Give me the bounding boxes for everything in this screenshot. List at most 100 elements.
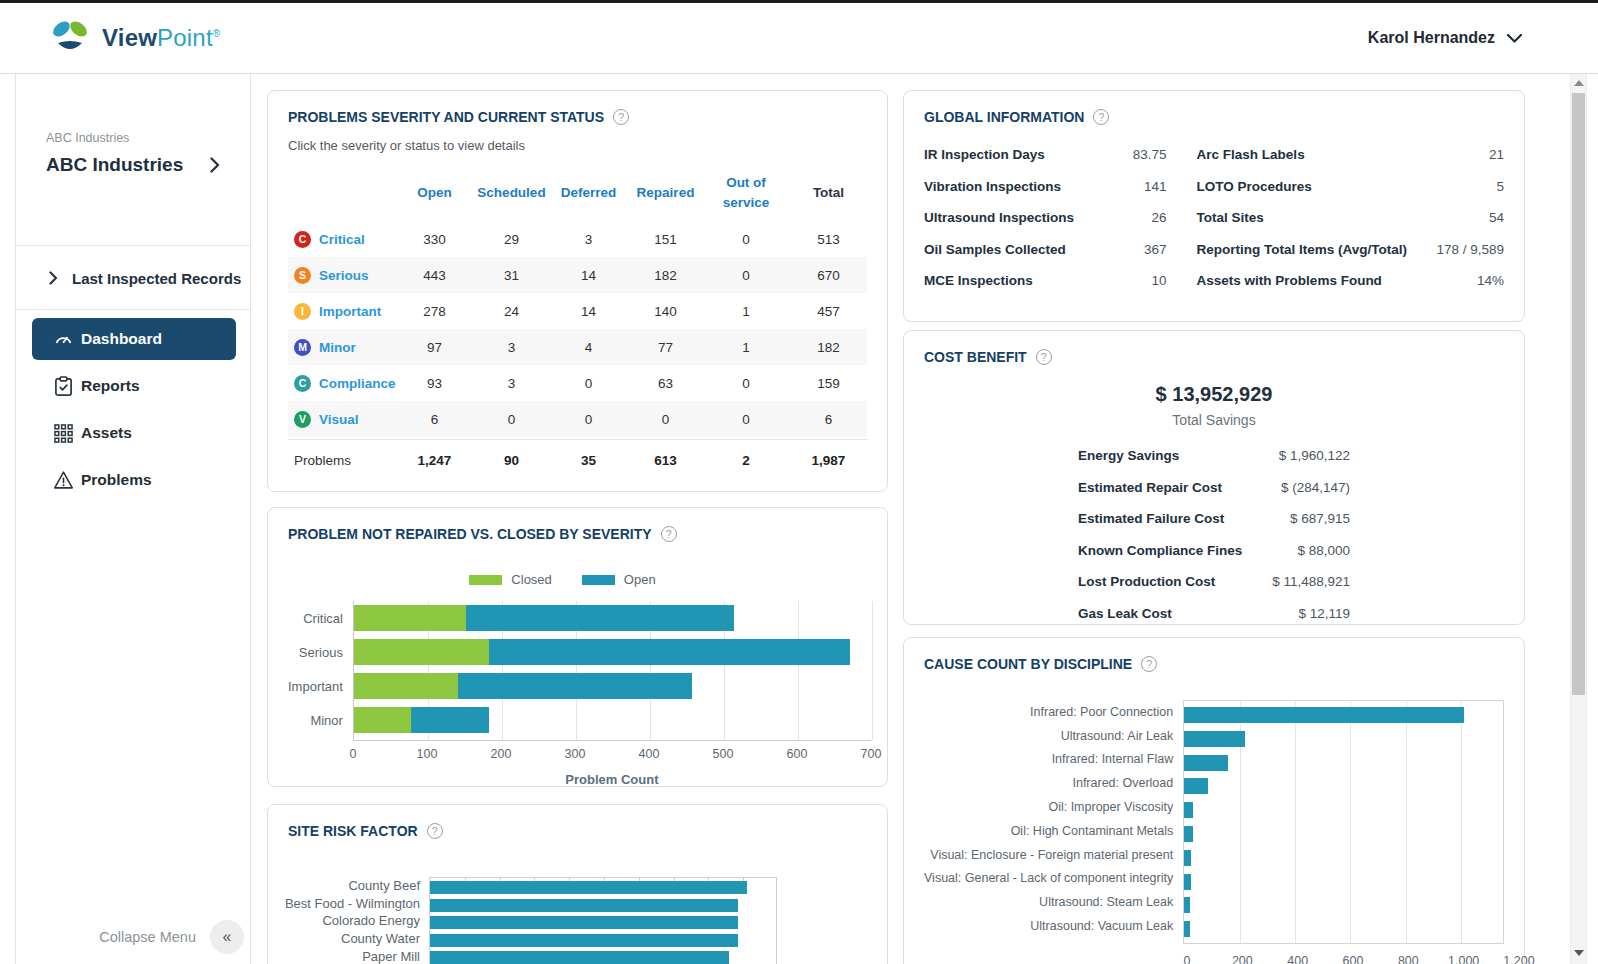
severity-name: Serious xyxy=(319,268,369,283)
severity-label-serious[interactable]: SSerious xyxy=(288,267,396,284)
severity-label-visual[interactable]: VVisual xyxy=(288,411,396,428)
sidebar-item-dashboard[interactable]: Dashboard xyxy=(32,318,236,360)
gridline xyxy=(798,601,799,740)
sidebar-item-assets[interactable]: Assets xyxy=(32,412,236,454)
severity-badge: V xyxy=(294,411,311,428)
severity-value: 330 xyxy=(396,232,473,247)
page-scrollbar[interactable] xyxy=(1570,74,1587,964)
help-icon[interactable]: ? xyxy=(1141,656,1157,672)
collapse-menu-button[interactable]: « xyxy=(210,920,244,954)
help-icon[interactable]: ? xyxy=(1093,109,1109,125)
metric-value: 10 xyxy=(1152,273,1167,288)
bar-best-food---wilmington xyxy=(430,899,738,912)
y-label: Ultrasound: Vacuum Leak xyxy=(924,914,1183,938)
x-tick: 700 xyxy=(860,747,881,761)
help-icon[interactable]: ? xyxy=(1036,349,1052,365)
global-info-row: LOTO Procedures5 xyxy=(1197,171,1504,203)
severity-value: 4 xyxy=(550,340,627,355)
severity-value: 0 xyxy=(550,412,627,427)
collapse-menu[interactable]: Collapse Menu « xyxy=(99,920,244,954)
severity-value: 14 xyxy=(550,304,627,319)
y-label: Paper Mill xyxy=(288,947,429,964)
gridline xyxy=(1406,701,1407,943)
grid-icon xyxy=(52,422,74,444)
global-info-left-column: IR Inspection Days83.75Vibration Inspect… xyxy=(924,139,1197,297)
severity-value: 140 xyxy=(627,304,704,319)
x-tick: 300 xyxy=(564,747,585,761)
metric-value: 26 xyxy=(1152,210,1167,225)
severity-label-minor[interactable]: MMinor xyxy=(288,339,396,356)
column-header-out-of-service[interactable]: Out of service xyxy=(704,173,788,214)
severity-row-serious: SSerious44331141820670 xyxy=(288,257,867,293)
bar-minor xyxy=(354,707,489,733)
severity-name: Critical xyxy=(319,232,365,247)
chart-y-labels: County BeefBest Food - WilmingtonColorad… xyxy=(288,877,429,964)
cost-benefit-row: Known Compliance Fines$ 88,000 xyxy=(1078,535,1350,567)
help-icon[interactable]: ? xyxy=(613,109,629,125)
cost-label: Lost Production Cost xyxy=(1078,574,1215,589)
severity-value: 14 xyxy=(550,268,627,283)
severity-row-critical: CCritical3302931510513 xyxy=(288,221,867,257)
chart-plot-area xyxy=(429,877,777,964)
sidebar-item-problems[interactable]: Problems xyxy=(32,459,236,501)
column-header-open[interactable]: Open xyxy=(396,183,473,203)
global-information-card: GLOBAL INFORMATION ? IR Inspection Days8… xyxy=(903,90,1525,322)
chart-y-labels: Infrared: Poor ConnectionUltrasound: Air… xyxy=(924,700,1183,944)
cost-label: Gas Leak Cost xyxy=(1078,606,1172,621)
y-label: Ultrasound: Steam Leak xyxy=(924,890,1183,914)
cost-value: $ 1,960,122 xyxy=(1279,448,1350,463)
viewpoint-logo[interactable]: ViewPoint® xyxy=(48,16,220,60)
bar xyxy=(1184,778,1208,794)
company-label: ABC Industries xyxy=(46,131,129,145)
bar-segment-open xyxy=(411,707,489,733)
last-inspected-records[interactable]: Last Inspected Records xyxy=(16,260,250,296)
scrollbar-down-arrow[interactable] xyxy=(1574,950,1584,956)
cause-count-chart: Infrared: Poor ConnectionUltrasound: Air… xyxy=(924,700,1504,944)
column-header-deferred[interactable]: Deferred xyxy=(550,183,627,203)
company-selector[interactable]: ABC Industries xyxy=(46,154,232,176)
help-icon[interactable]: ? xyxy=(661,526,677,542)
bar-segment-open xyxy=(489,639,850,665)
y-label: Infrared: Poor Connection xyxy=(924,700,1183,724)
scrollbar-thumb[interactable] xyxy=(1572,93,1585,695)
card-title: CAUSE COUNT BY DISCIPLINE xyxy=(924,656,1132,672)
column-header-repaired[interactable]: Repaired xyxy=(627,183,704,203)
gridline xyxy=(1350,701,1351,943)
column-header-scheduled[interactable]: Scheduled xyxy=(473,183,550,203)
severity-label-compliance[interactable]: CCompliance xyxy=(288,375,396,392)
site-risk-chart: County BeefBest Food - WilmingtonColorad… xyxy=(288,877,867,964)
severity-row-visual: VVisual600006 xyxy=(288,401,867,437)
metric-label: Total Sites xyxy=(1197,210,1264,225)
global-info-row: Arc Flash Labels21 xyxy=(1197,139,1504,171)
totals-label: Problems xyxy=(288,453,396,468)
card-subtitle: Click the severity or status to view det… xyxy=(288,138,867,153)
bar-county-beef xyxy=(430,881,747,894)
sidebar-item-reports[interactable]: Reports xyxy=(32,365,236,407)
y-label: County Water xyxy=(288,930,429,948)
cost-label: Estimated Failure Cost xyxy=(1078,511,1224,526)
severity-value: 29 xyxy=(473,232,550,247)
severity-value: 0 xyxy=(473,412,550,427)
global-info-row: IR Inspection Days83.75 xyxy=(924,139,1167,171)
severity-value: 1 xyxy=(704,304,788,319)
sidebar: ABC Industries ABC Industries Last Inspe… xyxy=(15,74,251,964)
global-info-row: Oil Samples Collected367 xyxy=(924,234,1167,266)
bar-paper-mill xyxy=(430,951,729,964)
bar-segment-closed xyxy=(354,707,411,733)
severity-label-critical[interactable]: CCritical xyxy=(288,231,396,248)
x-tick: 1,200 xyxy=(1503,954,1534,964)
chart-x-ticks: 0100200300400500600700 xyxy=(353,747,871,765)
user-name: Karol Hernandez xyxy=(1368,29,1495,47)
help-icon[interactable]: ? xyxy=(427,823,443,839)
y-label: Colorado Energy xyxy=(288,912,429,930)
metric-label: LOTO Procedures xyxy=(1197,179,1312,194)
divider xyxy=(16,245,250,246)
y-label: Infrared: Overload xyxy=(924,771,1183,795)
chevron-right-icon[interactable] xyxy=(210,157,220,173)
user-menu[interactable]: Karol Hernandez xyxy=(1368,29,1522,47)
severity-value: 3 xyxy=(473,340,550,355)
x-tick: 400 xyxy=(1287,954,1308,964)
scrollbar-up-arrow[interactable] xyxy=(1574,80,1584,86)
not-repaired-vs-closed-card: PROBLEM NOT REPAIRED VS. CLOSED BY SEVER… xyxy=(267,507,888,787)
severity-label-important[interactable]: IImportant xyxy=(288,303,396,320)
